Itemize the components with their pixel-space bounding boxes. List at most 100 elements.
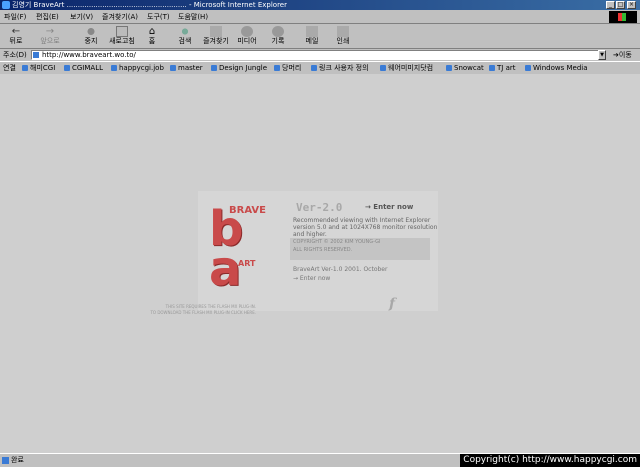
search-button[interactable]: 검색 <box>174 25 196 47</box>
splash-panel: b a BRAVE ART Ver-2.0 → Enter now Recomm… <box>198 191 438 311</box>
back-button[interactable]: ← 뒤로 <box>4 25 28 47</box>
menu-favorites[interactable]: 즐겨찾기(A) <box>102 12 138 22</box>
address-bar: 주소(D) http://www.braveart.wo.to/ ▼ ➔이동 <box>0 49 640 61</box>
link-icon <box>170 65 176 71</box>
back-arrow-icon: ← <box>11 26 21 37</box>
menu-bar: 파일(F) 편집(E) 보기(V) 즐겨찾기(A) 도구(T) 도움말(H) <box>0 11 640 24</box>
home-icon: ⌂ <box>148 26 156 37</box>
version-title: Ver-2.0 <box>296 201 343 214</box>
windows-logo <box>609 11 637 23</box>
link-item[interactable]: Snowcat <box>446 63 484 73</box>
links-label: 연결 <box>3 64 16 72</box>
enter-now-link-2[interactable]: → Enter now <box>293 274 330 283</box>
address-input[interactable]: http://www.braveart.wo.to/ <box>31 50 604 60</box>
history-label: 기록 <box>271 37 285 45</box>
close-button[interactable]: × <box>627 1 636 9</box>
link-icon <box>111 65 117 71</box>
toolbar: ← 뒤로 → 앞으로 중지 새로고침 ⌂ 홈 검색 즐겨찾기 미디어 기록 메일… <box>0 24 640 49</box>
back-label: 뒤로 <box>9 37 23 45</box>
links-bar: 연결 해미CGI CGIMALL happycgi.job master Des… <box>0 61 640 75</box>
page-done-icon <box>2 456 9 464</box>
logo-letter-a: a <box>209 241 242 297</box>
link-icon <box>274 65 280 71</box>
forward-arrow-icon: → <box>45 26 55 37</box>
status-bar: 완료 Copyright(c) http://www.happycgi.com <box>0 453 640 467</box>
home-label: 홈 <box>148 37 156 45</box>
menu-file[interactable]: 파일(F) <box>4 12 26 22</box>
copyright-banner: Copyright(c) http://www.happycgi.com <box>460 454 640 467</box>
link-item[interactable]: master <box>170 63 203 73</box>
refresh-label: 새로고침 <box>109 37 135 45</box>
link-icon <box>489 65 495 71</box>
link-icon <box>211 65 217 71</box>
rights-line: ALL RIGHTS RESERVED. <box>293 247 353 253</box>
print-button[interactable]: 인쇄 <box>333 25 353 47</box>
favorites-icon <box>210 26 222 37</box>
minimize-button[interactable]: _ <box>606 1 615 9</box>
maximize-button[interactable]: □ <box>616 1 625 9</box>
flash-requirement-note[interactable]: THIS SITE REQUIRES THE FLASH MX PLUG-IN.… <box>116 304 256 316</box>
refresh-icon <box>116 26 128 37</box>
link-item[interactable]: Design Jungle <box>211 63 267 73</box>
forward-label: 앞으로 <box>40 37 60 45</box>
link-item[interactable]: 웨어미미지닷컴 <box>380 63 433 73</box>
link-item[interactable]: 링크 사용자 정의 <box>311 63 369 73</box>
history-button[interactable]: 기록 <box>268 25 288 47</box>
stop-icon <box>85 26 97 37</box>
link-icon <box>380 65 386 71</box>
home-button[interactable]: ⌂ 홈 <box>142 25 162 47</box>
favorites-button[interactable]: 즐겨찾기 <box>200 25 232 47</box>
address-dropdown-button[interactable]: ▼ <box>598 50 606 60</box>
favorites-label: 즐겨찾기 <box>203 37 229 45</box>
copyright-line: COPYRIGHT © 2002 KIM YOUNG-GI <box>293 239 381 245</box>
mail-button[interactable]: 메일 <box>302 25 322 47</box>
link-item[interactable]: Windows Media <box>525 63 588 73</box>
link-icon <box>525 65 531 71</box>
menu-view[interactable]: 보기(V) <box>70 12 93 22</box>
menu-tools[interactable]: 도구(T) <box>147 12 170 22</box>
recommendation-text: Recommended viewing with Internet Explor… <box>293 217 438 238</box>
refresh-button[interactable]: 새로고침 <box>106 25 138 47</box>
link-icon <box>64 65 70 71</box>
page-icon <box>33 52 39 58</box>
braveart-logo[interactable]: b a BRAVE ART <box>209 203 269 293</box>
enter-now-link[interactable]: → Enter now <box>365 203 413 211</box>
page-content: b a BRAVE ART Ver-2.0 → Enter now Recomm… <box>0 74 640 453</box>
logo-art-text: ART <box>238 259 256 268</box>
link-item[interactable]: CGIMALL <box>64 63 103 73</box>
forward-button[interactable]: → 앞으로 <box>38 25 62 47</box>
search-label: 검색 <box>178 37 192 45</box>
go-button[interactable]: ➔이동 <box>613 50 632 60</box>
mail-label: 메일 <box>305 37 319 45</box>
stop-label: 중지 <box>84 37 98 45</box>
printer-icon <box>337 26 349 37</box>
link-icon <box>446 65 452 71</box>
search-icon <box>179 26 191 37</box>
window-title: 김영기 BraveArt ...........................… <box>12 1 287 9</box>
history-icon <box>272 26 284 37</box>
title-bar: 김영기 BraveArt ...........................… <box>0 0 640 10</box>
status-text: 완료 <box>2 455 24 465</box>
flash-player-icon[interactable]: f <box>389 296 395 312</box>
braveart-version-text: BraveArt Ver-1.0 2001. October <box>293 266 388 273</box>
link-item[interactable]: 당머리 <box>274 63 301 73</box>
menu-help[interactable]: 도움말(H) <box>178 12 208 22</box>
copyright-box: COPYRIGHT © 2002 KIM YOUNG-GI ALL RIGHTS… <box>290 238 430 260</box>
address-label: 주소(D) <box>3 51 27 59</box>
menu-edit[interactable]: 편집(E) <box>36 12 59 22</box>
media-label: 미디어 <box>237 37 257 45</box>
logo-brave-text: BRAVE <box>229 205 266 216</box>
link-icon <box>22 65 28 71</box>
link-item[interactable]: 해미CGI <box>22 63 55 73</box>
stop-button[interactable]: 중지 <box>80 25 102 47</box>
address-url: http://www.braveart.wo.to/ <box>42 51 136 59</box>
media-button[interactable]: 미디어 <box>235 25 259 47</box>
print-label: 인쇄 <box>336 37 350 45</box>
mail-icon <box>306 26 318 37</box>
go-label: 이동 <box>618 51 632 59</box>
ie-icon <box>2 1 10 9</box>
link-item[interactable]: happycgi.job <box>111 63 164 73</box>
media-icon <box>241 26 253 37</box>
link-icon <box>311 65 317 71</box>
link-item[interactable]: TJ art <box>489 63 515 73</box>
